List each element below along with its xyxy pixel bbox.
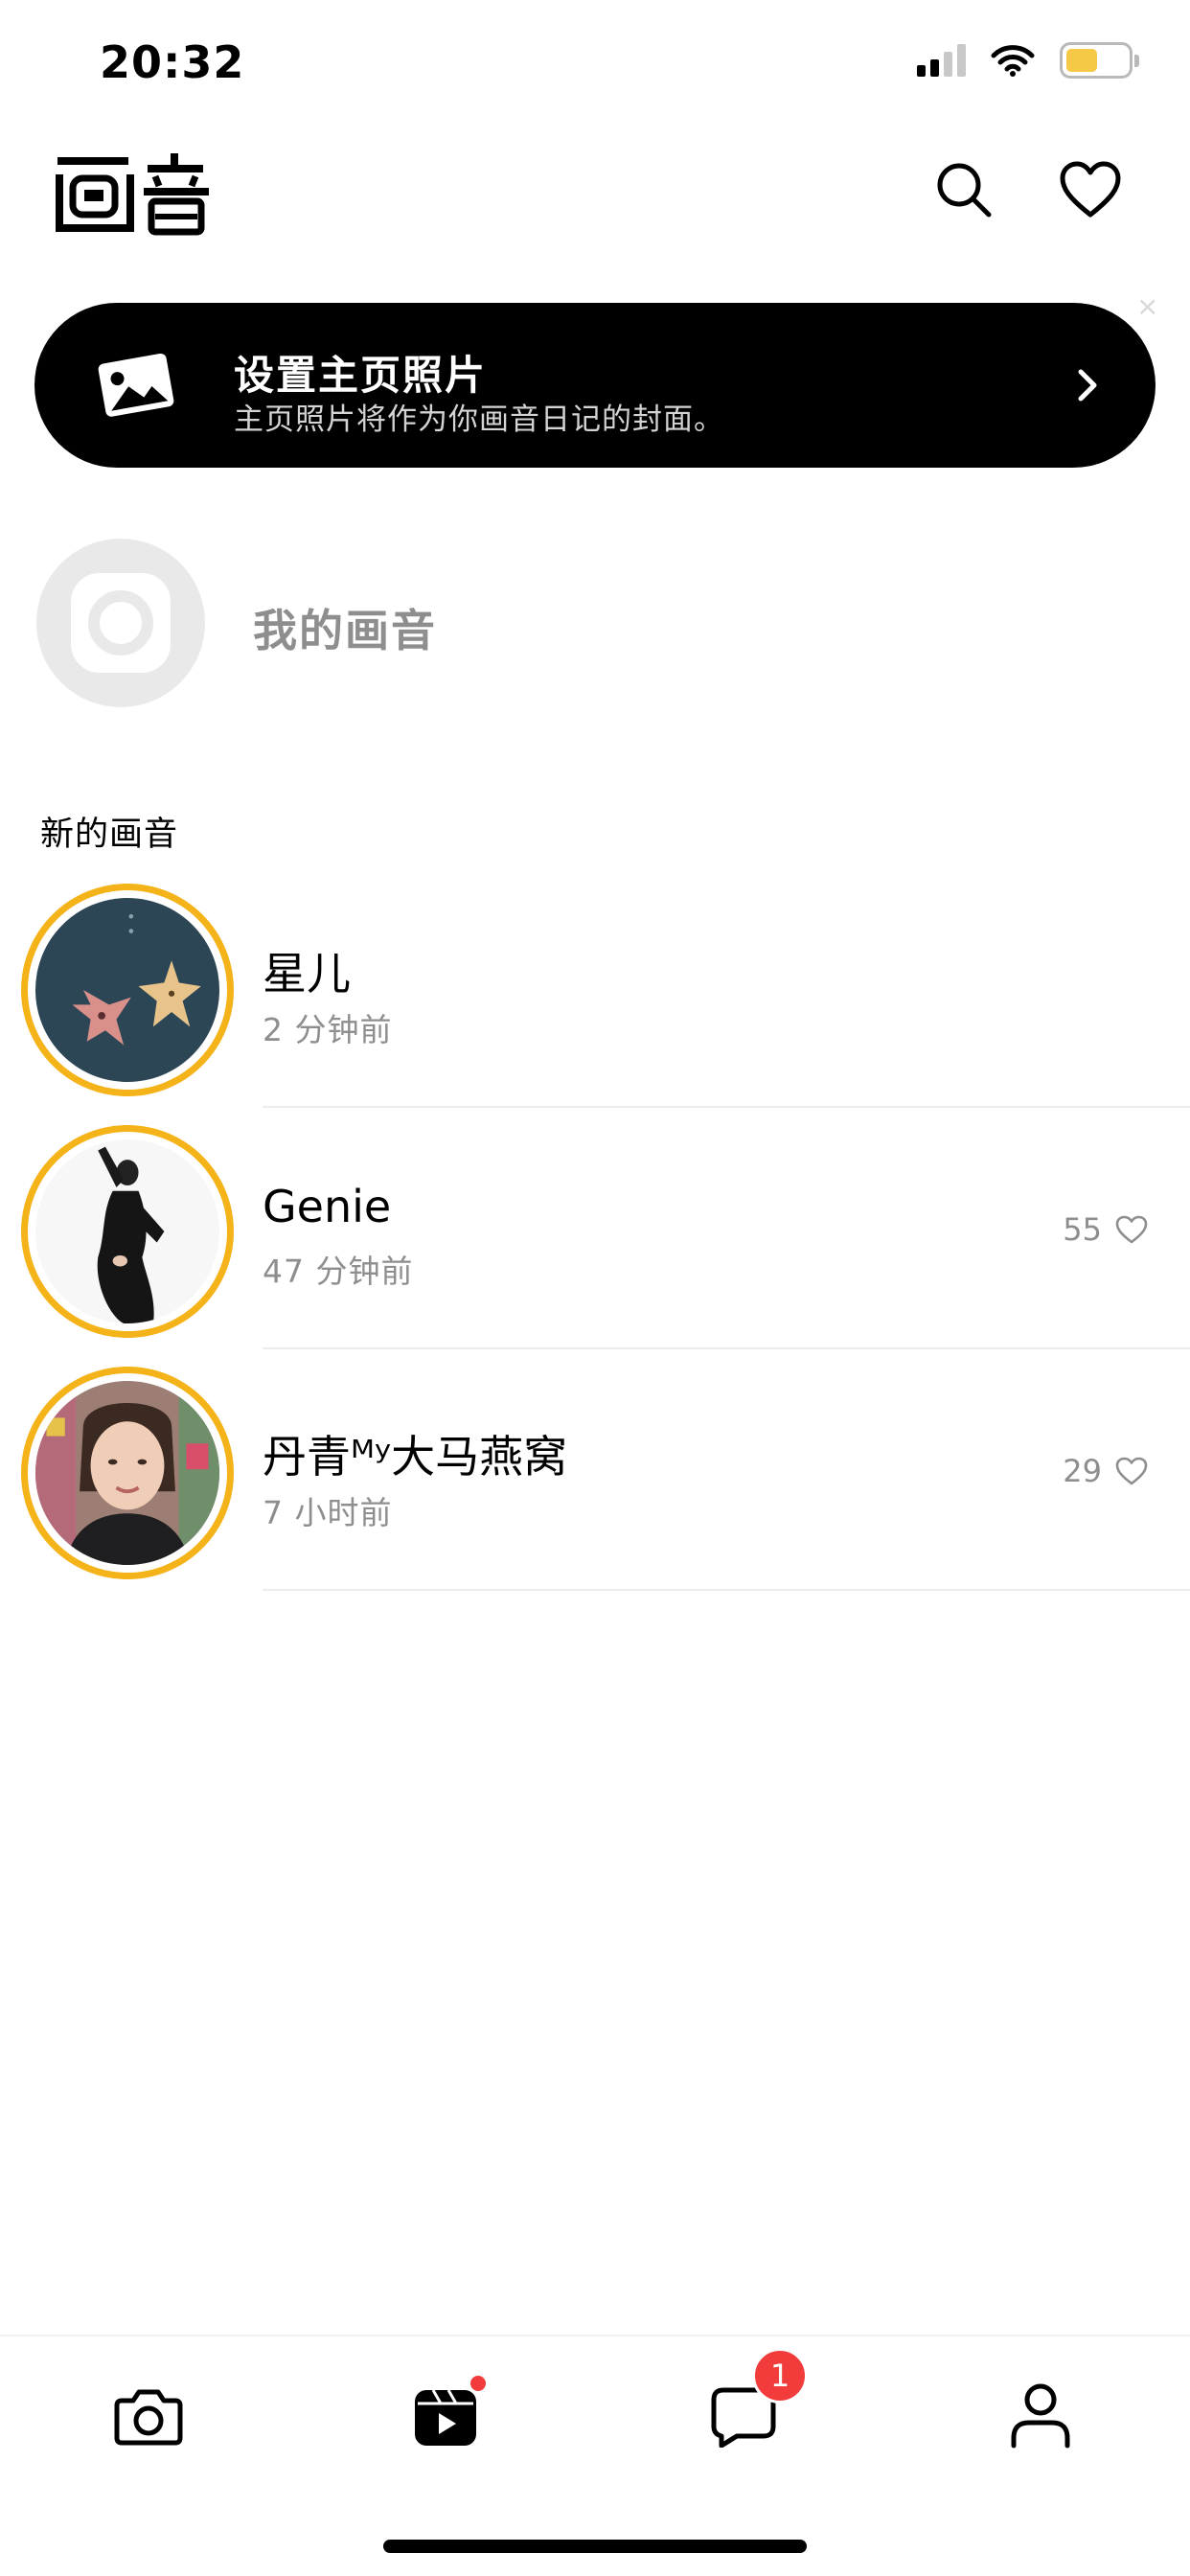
status-time: 20:32 [100, 36, 245, 88]
chevron-right-icon [1078, 369, 1097, 402]
banner-title: 设置主页照片 [234, 352, 488, 399]
heart-outline-icon [1115, 1457, 1148, 1485]
row-username: 星儿 [263, 948, 351, 1000]
story-avatar[interactable] [21, 1367, 234, 1579]
row-likes[interactable]: 29 [1063, 1453, 1148, 1489]
section-title: 新的画音 [40, 816, 179, 854]
banner-close-icon[interactable]: × [1136, 293, 1158, 320]
status-icons [917, 42, 1139, 79]
row-divider [263, 1589, 1190, 1591]
photo-icon [98, 353, 174, 417]
tab-profile[interactable] [997, 2373, 1084, 2459]
tab-messages[interactable]: 1 [700, 2348, 808, 2459]
app-logo [56, 153, 209, 236]
notification-dot [468, 2373, 489, 2394]
set-cover-photo-banner[interactable]: 设置主页照片 主页照片将作为你画音日记的封面。 [34, 303, 1156, 468]
row-divider [263, 1106, 1190, 1108]
my-avatar[interactable] [36, 539, 205, 707]
tab-feed[interactable] [402, 2373, 489, 2459]
row-likes[interactable]: 55 [1063, 1211, 1148, 1248]
likes-count: 55 [1063, 1211, 1102, 1248]
my-huayin-label[interactable]: 我的画音 [253, 596, 437, 659]
story-avatar[interactable] [21, 884, 234, 1096]
camera-icon [114, 2389, 183, 2446]
message-count-badge: 1 [752, 2348, 808, 2404]
feed-row[interactable]: 星儿 2 分钟前 [0, 884, 1190, 1123]
favorites-button[interactable] [1056, 155, 1125, 224]
row-username: 丹青ᴹʸ大马燕窝 [263, 1431, 568, 1483]
camera-placeholder-icon [71, 573, 171, 673]
home-indicator[interactable] [383, 2540, 807, 2553]
feed-row[interactable]: 丹青ᴹʸ大马燕窝 7 小时前 29 [0, 1367, 1190, 1606]
row-timestamp: 7 小时前 [263, 1494, 393, 1531]
avatar-image [35, 1139, 219, 1323]
feed-row[interactable]: Genie 47 分钟前 55 [0, 1125, 1190, 1365]
story-avatar[interactable] [21, 1125, 234, 1338]
heart-icon [1060, 161, 1121, 218]
app-screen: 20:32 设置主页照片 主页照片将作为你画音日记的封面。 × 我的画音 新的画… [0, 0, 1190, 2576]
tab-camera[interactable] [105, 2373, 192, 2459]
battery-icon [1060, 42, 1139, 79]
banner-subtitle: 主页照片将作为你画音日记的封面。 [234, 402, 724, 437]
row-timestamp: 47 分钟前 [263, 1253, 414, 1290]
row-username: Genie [263, 1181, 392, 1232]
avatar-image [35, 898, 219, 1082]
play-icon [415, 2389, 476, 2446]
row-divider [263, 1347, 1190, 1349]
search-icon [937, 163, 992, 218]
heart-outline-icon [1115, 1215, 1148, 1244]
search-button[interactable] [929, 155, 998, 224]
wifi-icon [991, 45, 1035, 77]
likes-count: 29 [1063, 1453, 1102, 1489]
person-icon [1011, 2383, 1070, 2449]
avatar-image [35, 1381, 219, 1565]
row-timestamp: 2 分钟前 [263, 1011, 393, 1048]
cellular-signal-icon [917, 44, 966, 77]
